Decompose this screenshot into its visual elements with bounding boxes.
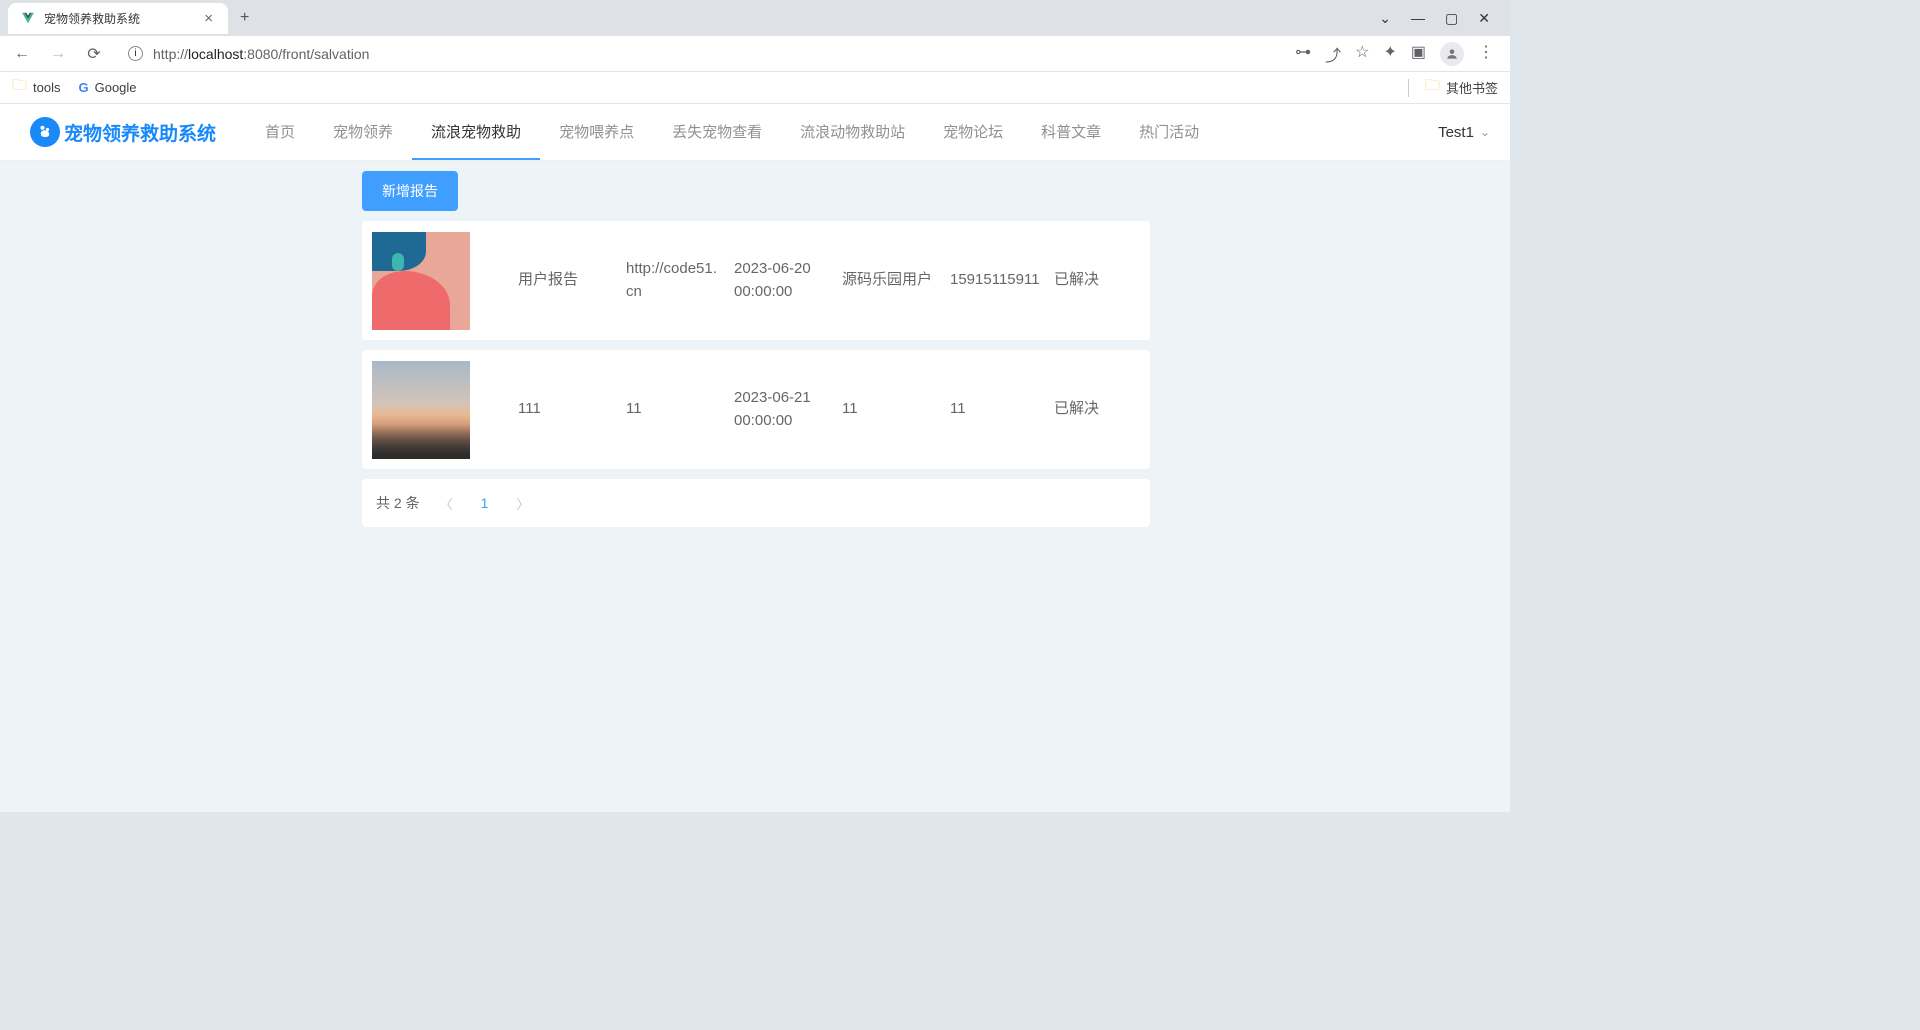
report-phone: 11 — [950, 398, 1054, 421]
key-icon[interactable]: ⊶ — [1295, 42, 1311, 66]
bookmark-tools[interactable]: 🗀 tools — [12, 75, 60, 100]
tab-bar: 宠物领养救助系统 × + ⌄ — ▢ ✕ — [0, 0, 1510, 36]
nav-activity[interactable]: 热门活动 — [1120, 104, 1218, 160]
new-tab-button[interactable]: + — [228, 9, 261, 27]
page-area: 宠物领养救助系统 首页 宠物领养 流浪宠物救助 宠物喂养点 丢失宠物查看 流浪动… — [0, 104, 1510, 812]
nav-lost[interactable]: 丢失宠物查看 — [653, 104, 781, 160]
list-item[interactable]: 用户报告 http://code51.cn 2023-06-20 00:00:0… — [362, 221, 1150, 340]
user-name: Test1 — [1438, 124, 1474, 141]
page-number-current[interactable]: 1 — [473, 495, 497, 511]
extensions-icon[interactable]: ✦ — [1383, 42, 1396, 66]
bookmark-google[interactable]: G Google — [78, 80, 136, 95]
nav-menu: 首页 宠物领养 流浪宠物救助 宠物喂养点 丢失宠物查看 流浪动物救助站 宠物论坛… — [246, 104, 1218, 160]
folder-icon: 🗀 — [12, 75, 27, 100]
address-bar: ← → ⟳ i http://localhost:8080/front/salv… — [0, 36, 1510, 72]
report-list: 用户报告 http://code51.cn 2023-06-20 00:00:0… — [362, 221, 1150, 469]
logo-text: 宠物领养救助系统 — [64, 119, 216, 146]
nav-station[interactable]: 流浪动物救助站 — [781, 104, 924, 160]
report-status: 已解决 — [1054, 269, 1114, 292]
window-controls: ⌄ — ▢ ✕ — [1379, 10, 1502, 27]
nav-feeding[interactable]: 宠物喂养点 — [540, 104, 653, 160]
report-title: 111 — [518, 398, 626, 421]
report-time: 2023-06-21 00:00:00 — [734, 387, 842, 432]
menu-icon[interactable]: ⋮ — [1478, 42, 1494, 66]
report-author: 11 — [842, 398, 950, 421]
user-dropdown[interactable]: Test1 ⌄ — [1438, 124, 1490, 141]
close-window-icon[interactable]: ✕ — [1478, 10, 1490, 27]
chevron-down-icon: ⌄ — [1480, 125, 1490, 139]
close-tab-icon[interactable]: × — [201, 10, 216, 27]
maximize-icon[interactable]: ▢ — [1445, 10, 1458, 27]
share-icon[interactable]: ⤴ — [1325, 42, 1341, 66]
info-icon[interactable]: i — [128, 46, 143, 61]
sidepanel-icon[interactable]: ▣ — [1411, 42, 1426, 66]
site-header: 宠物领养救助系统 首页 宠物领养 流浪宠物救助 宠物喂养点 丢失宠物查看 流浪动… — [0, 104, 1510, 161]
report-thumbnail — [372, 232, 470, 330]
paw-icon — [30, 117, 60, 147]
next-page-button[interactable]: 〉 — [510, 494, 535, 513]
report-thumbnail — [372, 361, 470, 459]
report-time: 2023-06-20 00:00:00 — [734, 258, 842, 303]
nav-forum[interactable]: 宠物论坛 — [924, 104, 1022, 160]
report-status: 已解决 — [1054, 398, 1114, 421]
star-icon[interactable]: ☆ — [1355, 42, 1369, 66]
add-report-button[interactable]: 新增报告 — [362, 171, 458, 211]
minimize-icon[interactable]: — — [1411, 10, 1425, 27]
pagination-total: 共 2 条 — [376, 493, 420, 513]
url-text: http://localhost:8080/front/salvation — [153, 46, 369, 62]
pagination: 共 2 条 〈 1 〉 — [362, 479, 1150, 527]
back-button[interactable]: ← — [8, 45, 36, 63]
address-icons: ⊶ ⤴ ☆ ✦ ▣ ⋮ — [1287, 42, 1502, 66]
bookmarks-bar: 🗀 tools G Google 🗀 其他书签 — [0, 72, 1510, 104]
site-logo[interactable]: 宠物领养救助系统 — [30, 117, 216, 147]
report-author: 源码乐园用户 — [842, 269, 950, 292]
url-field[interactable]: i http://localhost:8080/front/salvation — [116, 46, 1279, 62]
prev-page-button[interactable]: 〈 — [434, 494, 459, 513]
browser-tab[interactable]: 宠物领养救助系统 × — [8, 3, 228, 34]
nav-adopt[interactable]: 宠物领养 — [314, 104, 412, 160]
other-bookmarks[interactable]: 🗀 其他书签 — [1408, 75, 1498, 100]
report-link: 11 — [626, 398, 734, 421]
report-link: http://code51.cn — [626, 258, 734, 303]
report-phone: 15915115911 — [950, 269, 1054, 292]
main-content: 新增报告 用户报告 http://code51.cn 2023-06-20 00… — [0, 161, 1510, 527]
favicon-vue-icon — [20, 10, 36, 26]
nav-home[interactable]: 首页 — [246, 104, 314, 160]
profile-avatar-icon[interactable] — [1440, 42, 1464, 66]
google-icon: G — [78, 80, 88, 95]
list-item[interactable]: 111 11 2023-06-21 00:00:00 11 11 已解决 — [362, 350, 1150, 469]
nav-science[interactable]: 科普文章 — [1022, 104, 1120, 160]
browser-chrome: 宠物领养救助系统 × + ⌄ — ▢ ✕ ← → ⟳ i http://loca… — [0, 0, 1510, 104]
chevron-down-icon[interactable]: ⌄ — [1379, 10, 1391, 27]
tab-title: 宠物领养救助系统 — [44, 10, 193, 27]
reload-button[interactable]: ⟳ — [80, 44, 108, 64]
nav-salvation[interactable]: 流浪宠物救助 — [412, 104, 540, 160]
report-title: 用户报告 — [518, 269, 626, 292]
forward-button[interactable]: → — [44, 45, 72, 63]
folder-icon: 🗀 — [1425, 75, 1440, 100]
